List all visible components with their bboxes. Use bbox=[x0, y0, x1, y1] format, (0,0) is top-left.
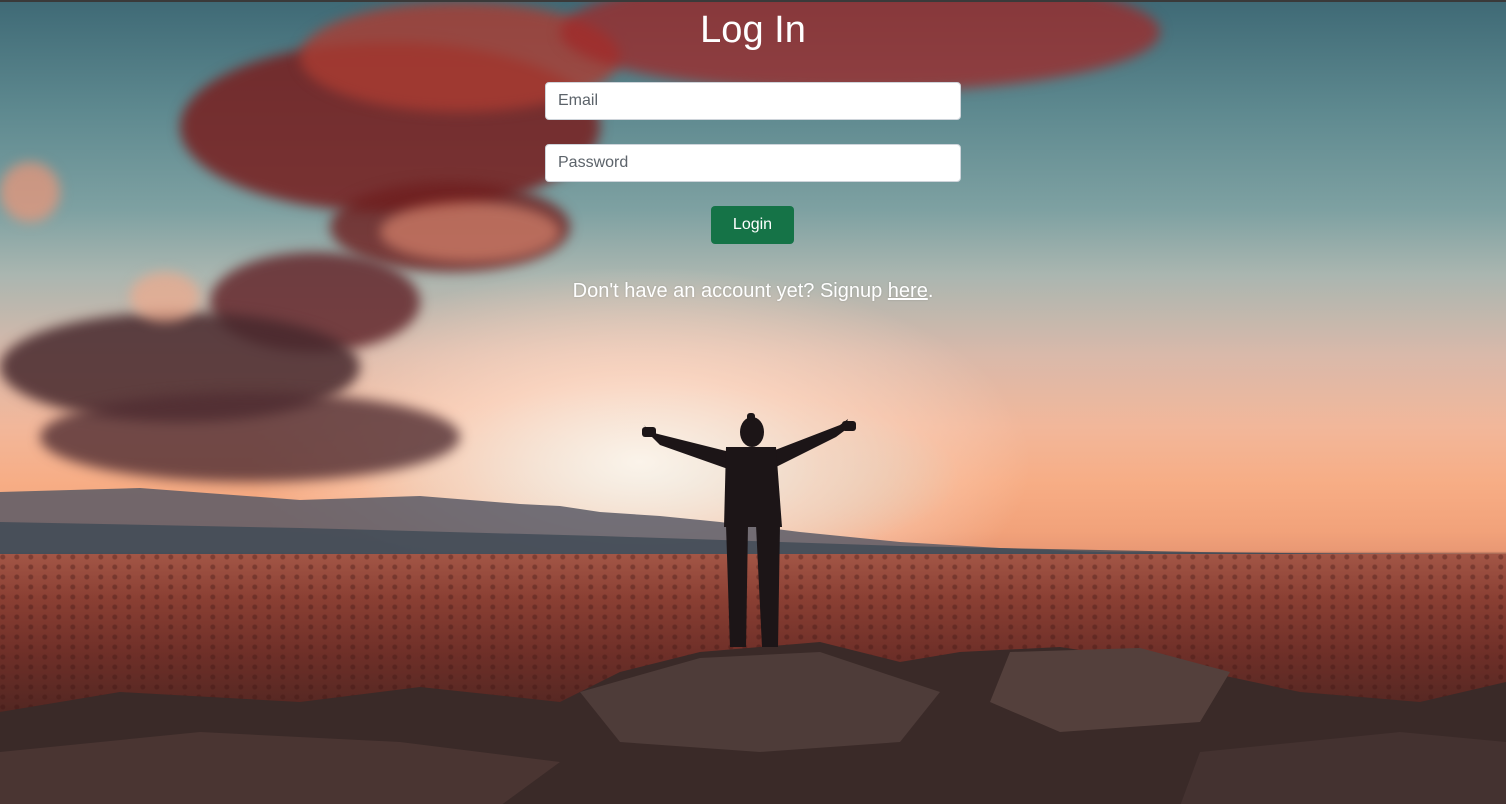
person-silhouette bbox=[642, 413, 856, 647]
signup-prompt-suffix: . bbox=[927, 280, 934, 302]
login-button[interactable]: Login bbox=[711, 206, 794, 244]
signup-prompt: Don't have an account yet? Signup here. bbox=[0, 278, 1506, 304]
password-input[interactable] bbox=[545, 144, 961, 182]
login-page: Log In Login Don't have an account yet? … bbox=[0, 0, 1506, 804]
signup-link[interactable]: here bbox=[888, 280, 928, 302]
cloud-shape bbox=[0, 162, 60, 222]
signup-prompt-text: Don't have an account yet? Signup bbox=[572, 280, 888, 302]
email-input[interactable] bbox=[545, 82, 961, 120]
cloud-shape bbox=[380, 202, 560, 262]
page-title: Log In bbox=[700, 9, 806, 51]
background-sunset-image bbox=[0, 2, 1506, 804]
foreground-rocks bbox=[0, 642, 1506, 804]
cloud-shape bbox=[40, 392, 460, 482]
